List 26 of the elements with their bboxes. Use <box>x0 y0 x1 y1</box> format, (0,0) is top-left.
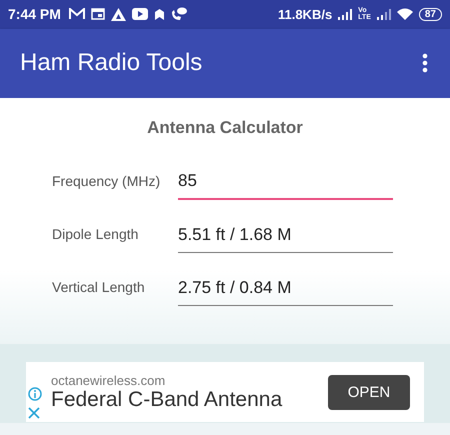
network-speed: 11.8KB/s <box>278 6 332 22</box>
bookmark-icon <box>154 8 165 20</box>
calendar-icon <box>90 8 105 20</box>
input-field[interactable]: 5.51 ft / 1.68 M <box>178 225 393 254</box>
field-label: Dipole Length <box>52 226 140 244</box>
mail-icon <box>68 8 85 20</box>
signal-icon <box>338 8 352 20</box>
close-icon[interactable] <box>28 407 40 420</box>
input-field[interactable]: 85 <box>178 171 393 200</box>
signal-icon <box>376 8 391 20</box>
phone-chat-icon <box>170 7 187 22</box>
triangle-icon <box>110 8 126 21</box>
ad-headline: Federal C-Band Antenna <box>51 388 284 412</box>
app-title: Ham Radio Tools <box>20 49 202 78</box>
menu-icon[interactable] <box>422 53 428 74</box>
ad-domain: octanewireless.com <box>51 372 166 388</box>
calculator-title: Antenna Calculator <box>146 118 304 138</box>
field-label: Frequency (MHz) <box>52 173 162 192</box>
status-time: 7:44 PM <box>8 6 61 22</box>
input-field[interactable]: 2.75 ft / 0.84 M <box>178 278 393 306</box>
play-icon <box>132 8 148 20</box>
field-label: Vertical Length <box>52 279 146 298</box>
info-icon[interactable] <box>28 387 42 402</box>
wifi-icon <box>396 8 413 20</box>
open-button[interactable]: OPEN <box>328 374 410 410</box>
battery-level: 87 <box>418 8 442 21</box>
